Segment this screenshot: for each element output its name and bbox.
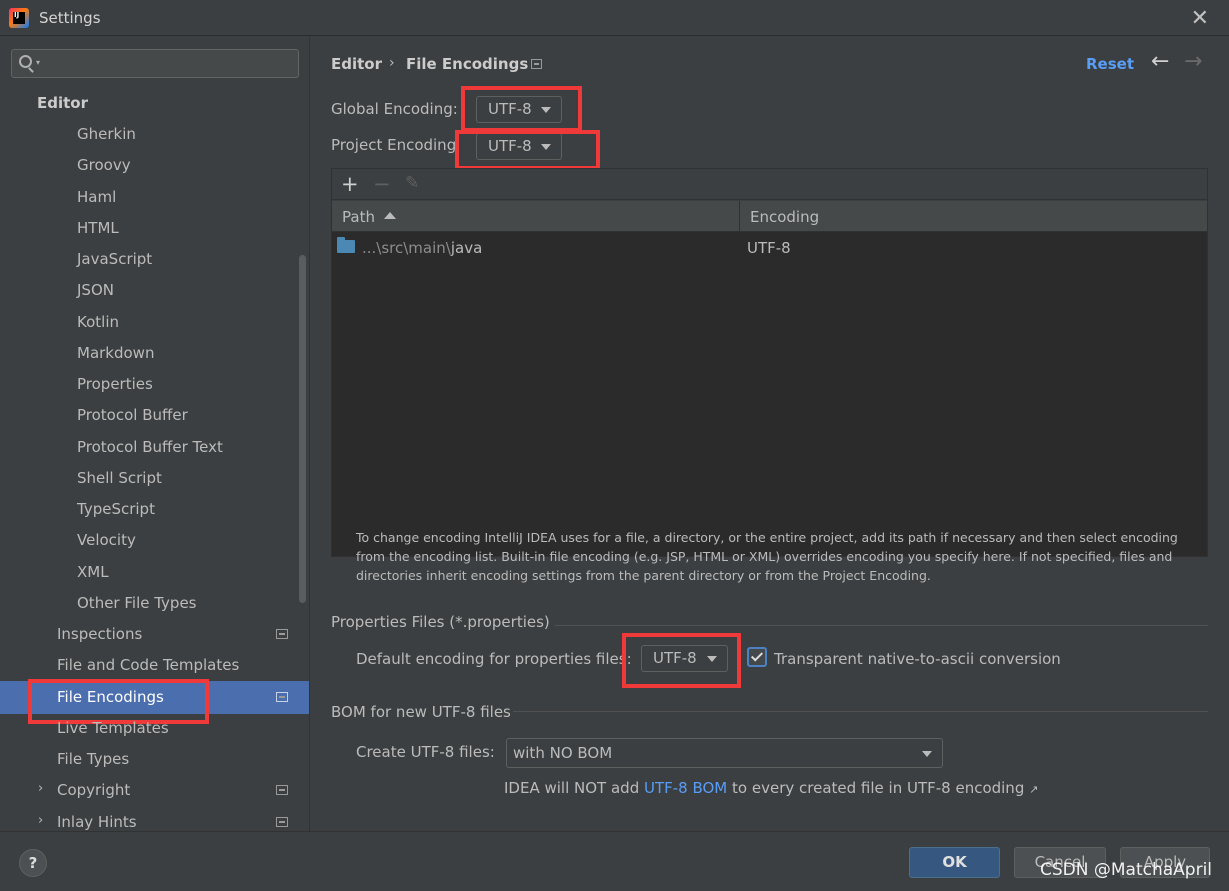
close-icon[interactable]: ✕ — [1191, 6, 1209, 31]
project-settings-icon — [276, 692, 288, 702]
row-path-tail: java — [450, 239, 483, 257]
breadcrumb-separator: › — [389, 55, 395, 71]
edit-icon[interactable]: ✎ — [405, 173, 419, 193]
forward-arrow-icon[interactable]: → — [1184, 49, 1202, 74]
back-arrow-icon[interactable]: ← — [1151, 49, 1169, 74]
sidebar-item-copyright[interactable]: Copyright — [57, 775, 130, 806]
folder-icon — [337, 237, 355, 253]
sidebar-item-markdown[interactable]: Markdown — [77, 338, 154, 369]
highlight-box-global-encoding — [461, 86, 582, 132]
sidebar-item-velocity[interactable]: Velocity — [77, 525, 136, 556]
sidebar-item-groovy[interactable]: Groovy — [77, 150, 131, 181]
sidebar-item-gherkin[interactable]: Gherkin — [77, 119, 136, 150]
bom-info-suffix: to every created file in UTF-8 encoding — [727, 779, 1025, 797]
window-title: Settings — [39, 9, 101, 27]
row-encoding: UTF-8 — [747, 239, 791, 257]
create-utf8-label: Create UTF-8 files: — [356, 743, 495, 761]
sidebar-item-file-and-code-templates[interactable]: File and Code Templates — [57, 650, 239, 681]
project-encoding-label: Project Encoding — [331, 136, 457, 154]
help-button[interactable]: ? — [19, 849, 47, 877]
properties-default-encoding-label: Default encoding for properties files: — [356, 650, 632, 668]
watermark: CSDN @MatchaApril — [1040, 860, 1213, 880]
table-row[interactable]: ...\src\main\java UTF-8 — [332, 232, 1207, 263]
table-toolbar: + − ✎ — [332, 169, 1207, 200]
breadcrumb-parent[interactable]: Editor — [331, 55, 382, 73]
add-icon[interactable]: + — [341, 172, 359, 196]
sidebar-section-editor[interactable]: Editor — [37, 88, 88, 119]
intellij-logo-icon: IJ — [9, 8, 29, 28]
sidebar-item-protocol-buffer-text[interactable]: Protocol Buffer Text — [77, 432, 223, 463]
sidebar-item-other-file-types[interactable]: Other File Types — [77, 588, 197, 619]
sidebar-item-shell-script[interactable]: Shell Script — [77, 463, 162, 494]
sidebar-item-json[interactable]: JSON — [77, 275, 114, 306]
bom-info-text: IDEA will NOT add UTF-8 BOM to every cre… — [504, 779, 1038, 797]
search-icon — [19, 55, 32, 68]
ok-button[interactable]: OK — [909, 847, 1000, 878]
bom-select-value: with NO BOM — [513, 744, 613, 762]
bom-group-title: BOM for new UTF-8 files — [331, 703, 511, 721]
sidebar-item-kotlin[interactable]: Kotlin — [77, 307, 119, 338]
breadcrumb-current: File Encodings — [406, 55, 529, 73]
chevron-right-icon[interactable]: › — [38, 813, 43, 828]
sidebar-item-file-types[interactable]: File Types — [57, 744, 129, 775]
row-path-prefix: ...\src\main\ — [362, 239, 451, 257]
chevron-right-icon[interactable]: › — [38, 781, 43, 796]
sidebar-item-inlay-hints[interactable]: Inlay Hints — [57, 807, 137, 831]
encoding-help-text: To change encoding IntelliJ IDEA uses fo… — [356, 530, 1178, 583]
global-encoding-label: Global Encoding: — [331, 100, 458, 118]
dropdown-arrow-icon — [922, 751, 932, 757]
sidebar-item-html[interactable]: HTML — [77, 213, 119, 244]
project-settings-icon — [276, 629, 288, 639]
properties-group-title: Properties Files (*.properties) — [331, 613, 550, 631]
utf8-bom-link[interactable]: UTF-8 BOM — [644, 779, 727, 797]
checkmark-icon — [750, 649, 764, 662]
column-header-path[interactable]: Path — [342, 208, 375, 226]
column-header-encoding[interactable]: Encoding — [750, 208, 819, 226]
sidebar-item-protocol-buffer[interactable]: Protocol Buffer — [77, 400, 188, 431]
group-divider — [555, 625, 1208, 626]
sidebar-item-inspections[interactable]: Inspections — [57, 619, 142, 650]
reset-link[interactable]: Reset — [1086, 55, 1134, 73]
table-header: Path Encoding — [332, 201, 1207, 232]
column-divider[interactable] — [739, 201, 740, 232]
sidebar-scrollbar[interactable] — [299, 255, 306, 603]
native-to-ascii-label[interactable]: Transparent native-to-ascii conversion — [774, 650, 1061, 668]
highlight-box-project-encoding — [455, 130, 600, 170]
sidebar-item-javascript[interactable]: JavaScript — [77, 244, 152, 275]
remove-icon[interactable]: − — [373, 172, 391, 196]
group-divider — [513, 711, 1208, 712]
sidebar-item-typescript[interactable]: TypeScript — [77, 494, 155, 525]
settings-sidebar: ▾ Editor Gherkin Groovy Haml HTML JavaSc… — [0, 37, 310, 831]
sidebar-item-haml[interactable]: Haml — [77, 182, 116, 213]
path-encoding-table: + − ✎ Path Encoding ...\src\main\java UT… — [331, 168, 1208, 557]
settings-search-input[interactable]: ▾ — [11, 49, 299, 78]
project-settings-icon — [276, 785, 288, 795]
search-history-icon[interactable]: ▾ — [36, 58, 40, 67]
highlight-box-properties-encoding — [622, 633, 741, 688]
project-settings-icon — [276, 817, 288, 827]
project-settings-icon — [531, 59, 542, 69]
title-bar: IJ Settings ✕ — [0, 0, 1229, 36]
sidebar-item-properties[interactable]: Properties — [77, 369, 153, 400]
sidebar-item-live-templates[interactable]: Live Templates — [57, 713, 169, 744]
table-body: ...\src\main\java UTF-8 — [332, 232, 1207, 556]
sort-ascending-icon — [384, 212, 396, 219]
bom-select[interactable]: with NO BOM — [506, 738, 943, 768]
dialog-footer: ? OK Cancel Apply CSDN @MatchaApril — [0, 831, 1229, 891]
native-to-ascii-checkbox[interactable] — [747, 647, 767, 667]
external-link-icon: ↗ — [1029, 783, 1039, 796]
row-path: ...\src\main\java — [362, 239, 482, 257]
file-encodings-panel: Editor › File Encodings Reset ← → Global… — [311, 37, 1229, 831]
sidebar-item-xml[interactable]: XML — [77, 557, 109, 588]
bom-info-prefix: IDEA will NOT add — [504, 779, 644, 797]
